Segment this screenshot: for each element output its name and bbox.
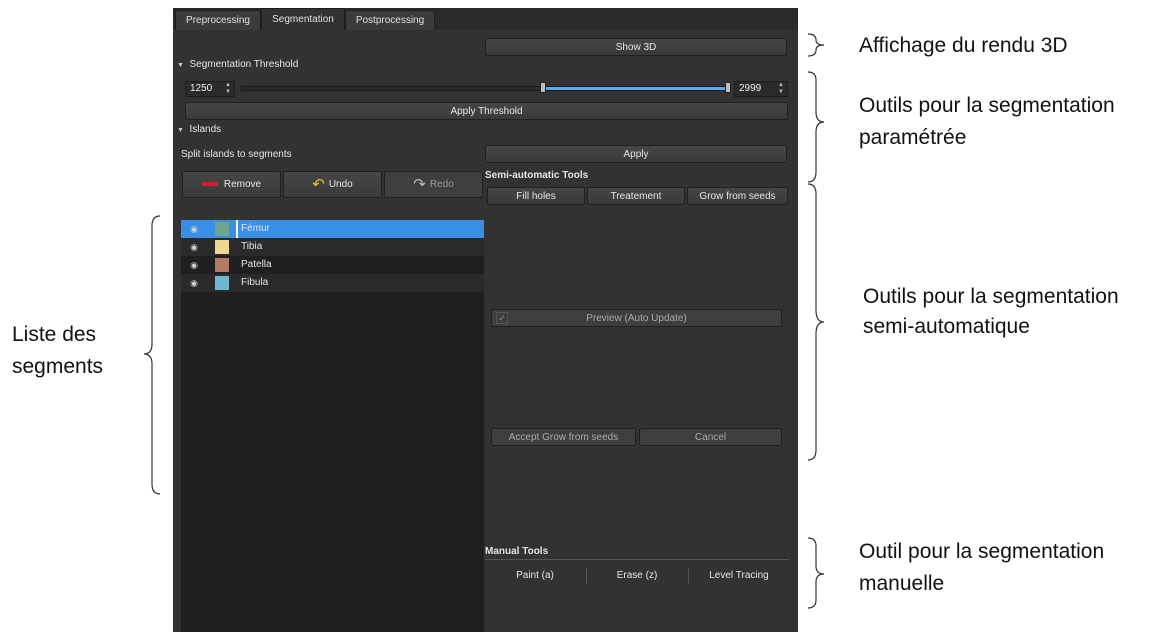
tab-bar: Preprocessing Segmentation Postprocessin… xyxy=(173,8,798,30)
split-islands-label: Split islands to segments xyxy=(181,149,292,160)
collapse-arrow-icon: ▼ xyxy=(177,62,184,69)
collapse-arrow-icon: ▼ xyxy=(177,127,184,134)
grow-from-seeds-button[interactable]: Grow from seeds xyxy=(687,187,788,205)
annotation-braces xyxy=(807,33,825,609)
segment-row[interactable]: ◉ Tibia xyxy=(181,238,484,256)
accept-grow-button[interactable]: Accept Grow from seeds xyxy=(491,428,636,446)
annotation-semi-line2: semi-automatique xyxy=(863,315,1030,338)
segment-color-swatch[interactable] xyxy=(215,240,229,254)
tab-preprocessing[interactable]: Preprocessing xyxy=(175,10,261,30)
annotation-param-line1: Outils pour la segmentation xyxy=(859,94,1115,117)
threshold-max-handle[interactable] xyxy=(725,82,731,93)
segment-editor-panel: Preprocessing Segmentation Postprocessin… xyxy=(173,8,798,632)
annotation-semi-line1: Outils pour la segmentation xyxy=(863,285,1119,308)
paint-tool-button[interactable]: Paint (a) xyxy=(485,567,585,585)
undo-icon: ↶ xyxy=(312,176,325,193)
segment-name: Tibia xyxy=(241,241,263,252)
fill-holes-button[interactable]: Fill holes xyxy=(487,187,585,205)
preview-auto-update-checkbox[interactable]: ✓ Preview (Auto Update) xyxy=(491,309,782,327)
islands-section-label: Islands xyxy=(189,124,222,135)
treatement-button[interactable]: Treatement xyxy=(587,187,685,205)
annotation-rendu-3d: Affichage du rendu 3D xyxy=(859,34,1068,57)
segment-name: Fibula xyxy=(241,277,269,288)
threshold-section-header[interactable]: ▼ Segmentation Threshold xyxy=(177,59,298,70)
redo-icon: ↷ xyxy=(413,176,426,193)
annotation-manual-line2: manuelle xyxy=(859,572,945,595)
annotation-list-line1: Liste des xyxy=(12,323,97,346)
erase-tool-button[interactable]: Erase (z) xyxy=(587,567,687,585)
spin-arrows-icon[interactable]: ▲ ▼ xyxy=(777,82,785,96)
annotation-manual-line1: Outil pour la segmentation xyxy=(859,540,1105,563)
eye-icon[interactable]: ◉ xyxy=(187,274,201,292)
cancel-button[interactable]: Cancel xyxy=(639,428,782,446)
remove-icon xyxy=(201,182,218,187)
tab-postprocessing[interactable]: Postprocessing xyxy=(345,10,435,30)
apply-threshold-button[interactable]: Apply Threshold xyxy=(185,102,788,120)
threshold-section-label: Segmentation Threshold xyxy=(189,59,299,70)
redo-label: Redo xyxy=(429,179,454,191)
spin-arrows-icon[interactable]: ▲ ▼ xyxy=(224,82,232,96)
threshold-min-spinbox[interactable]: 1250 ▲ ▼ xyxy=(185,81,235,97)
remove-label: Remove xyxy=(223,179,262,190)
eye-icon[interactable]: ◉ xyxy=(187,256,201,274)
eye-icon[interactable]: ◉ xyxy=(187,238,201,256)
segment-color-swatch[interactable] xyxy=(215,258,229,272)
eye-icon[interactable]: ◉ xyxy=(187,220,201,238)
semi-auto-title: Semi-automatic Tools xyxy=(485,170,589,181)
segment-name: Patella xyxy=(241,259,272,270)
selection-marker xyxy=(236,220,238,238)
segment-name: Fémur xyxy=(241,223,270,234)
manual-divider xyxy=(485,559,789,560)
level-tracing-tool-button[interactable]: Level Tracing xyxy=(689,567,789,585)
checkbox-check-icon: ✓ xyxy=(496,312,508,324)
islands-section-header[interactable]: ▼ Islands xyxy=(177,124,221,135)
segment-color-swatch[interactable] xyxy=(215,276,229,290)
list-brace xyxy=(143,215,161,495)
threshold-min-value: 1250 xyxy=(190,83,213,94)
show-3d-button[interactable]: Show 3D xyxy=(485,38,787,56)
undo-button[interactable]: ↶ Undo xyxy=(283,171,382,198)
preview-label: Preview (Auto Update) xyxy=(586,313,687,324)
undo-label: Undo xyxy=(328,179,353,191)
segment-row[interactable]: ◉ Fémur xyxy=(181,220,484,238)
segment-row[interactable]: ◉ Patella xyxy=(181,256,484,274)
threshold-max-value: 2999 xyxy=(739,83,762,94)
segment-list[interactable]: ◉ Fémur ◉ Tibia ◉ Patella ◉ Fibula xyxy=(181,220,484,632)
threshold-range-fill xyxy=(543,87,730,90)
segment-color-swatch[interactable] xyxy=(215,222,229,236)
redo-button[interactable]: ↷ Redo xyxy=(384,171,483,198)
annotation-param-line2: paramétrée xyxy=(859,126,967,149)
threshold-min-handle[interactable] xyxy=(539,82,546,93)
segment-row[interactable]: ◉ Fibula xyxy=(181,274,484,292)
tab-segmentation[interactable]: Segmentation xyxy=(261,8,345,30)
annotation-list-line2: segments xyxy=(12,355,104,378)
remove-button[interactable]: Remove xyxy=(182,171,281,198)
threshold-range-slider[interactable] xyxy=(241,86,731,91)
manual-tools-title: Manual Tools xyxy=(485,546,549,557)
threshold-max-spinbox[interactable]: 2999 ▲ ▼ xyxy=(734,81,788,97)
islands-apply-button[interactable]: Apply xyxy=(485,145,787,163)
